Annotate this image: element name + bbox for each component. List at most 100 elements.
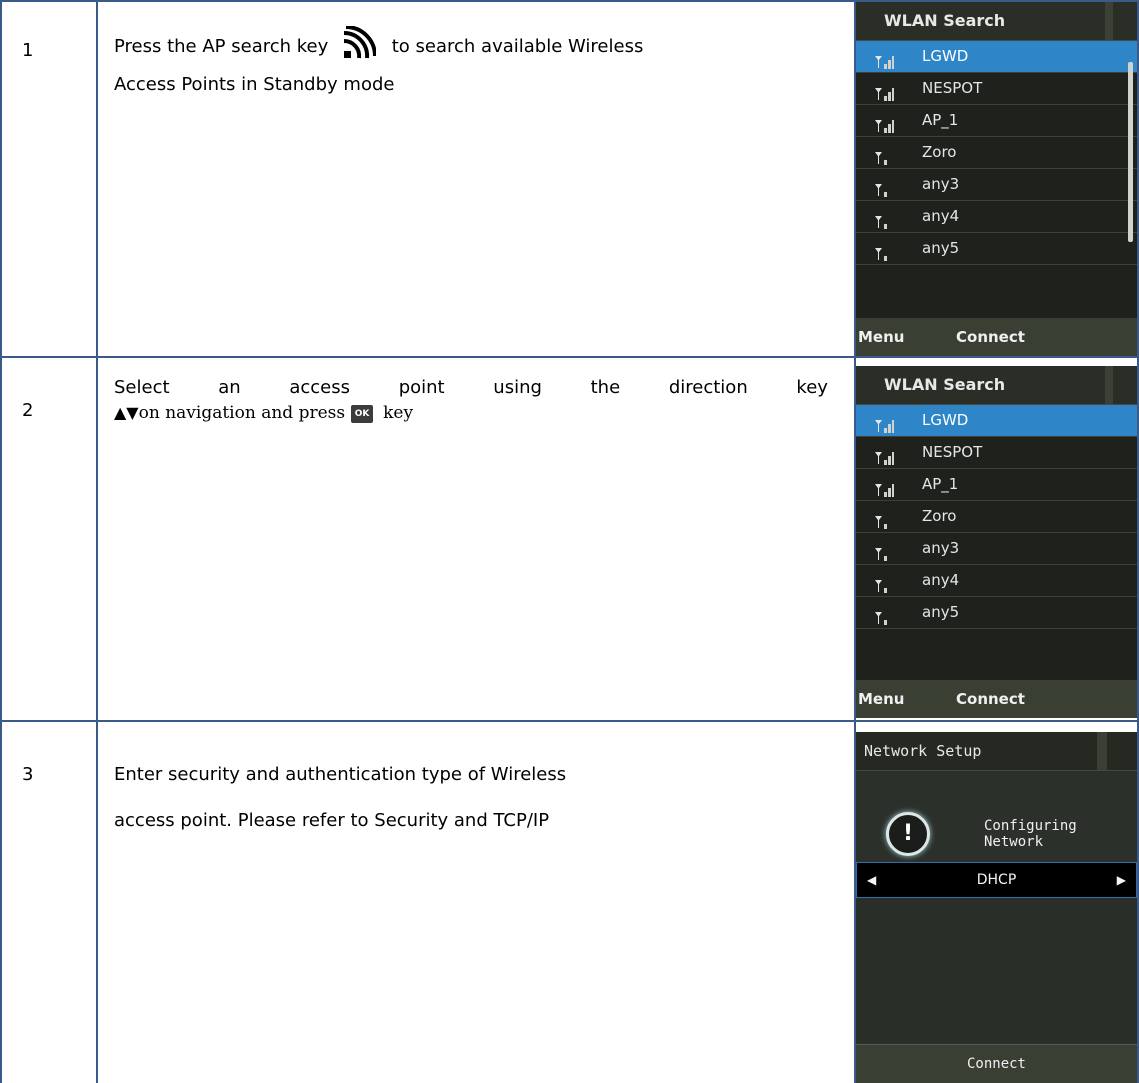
ap-name: LGWD (922, 411, 969, 429)
ap-list-item[interactable]: any3 (856, 533, 1137, 565)
signal-strength-icon (874, 177, 894, 197)
signal-strength-icon (874, 509, 894, 529)
ap-name: any4 (922, 207, 960, 225)
ap-list: LGWD NESPOT AP_1 Zoro any3 any4 any5 (856, 41, 1137, 265)
screen-title-text: WLAN Search (884, 11, 1006, 30)
screen-title: WLAN Search (856, 366, 1137, 405)
status-line: Network (984, 834, 1044, 850)
signal-strength-icon (874, 81, 894, 101)
ap-name: NESPOT (922, 79, 983, 97)
ap-name: NESPOT (922, 443, 983, 461)
title-corner (1105, 366, 1113, 404)
row-divider-2 (0, 720, 1139, 722)
ap-list-item[interactable]: any4 (856, 565, 1137, 597)
ap-name: Zoro (922, 143, 957, 161)
step-line: Access Points in Standby mode (114, 74, 395, 95)
signal-strength-icon (874, 605, 894, 625)
ap-list-item[interactable]: Zoro (856, 137, 1137, 169)
step-description: Select an access point using the direction key … (114, 376, 828, 426)
step-line: ▲▼on navigation and press OK key (114, 400, 828, 426)
signal-strength-icon (874, 145, 894, 165)
step-text: on navigation and press (138, 403, 346, 423)
ap-name: any5 (922, 603, 960, 621)
title-corner (1097, 732, 1107, 770)
signal-strength-icon (874, 541, 894, 561)
step-number: 3 (22, 764, 34, 785)
connect-softkey[interactable]: Connect (856, 1044, 1137, 1083)
ip-mode-selector[interactable]: ◀ DHCP ▶ (856, 862, 1137, 898)
signal-strength-icon (874, 445, 894, 465)
ap-list-item[interactable]: NESPOT (856, 437, 1137, 469)
step-line: Press the AP search key to search availa… (114, 26, 834, 66)
alert-icon: ! (886, 812, 930, 856)
ap-name: LGWD (922, 47, 969, 65)
ip-mode-value: DHCP (976, 872, 1017, 888)
step-line: access point. Please refer to Security a… (114, 810, 550, 831)
menu-softkey[interactable]: Menu (858, 318, 904, 356)
step-word: point (398, 377, 445, 398)
ap-list-item[interactable]: any5 (856, 597, 1137, 629)
step-text: to search available Wireless (391, 36, 644, 57)
network-setup-screen: Network Setup ! Configuring Network ◀ DH… (856, 732, 1137, 1083)
step-word: key (796, 377, 828, 398)
table-border-left (0, 0, 2, 1083)
connect-softkey[interactable]: Connect (956, 680, 1025, 718)
ap-list-item[interactable]: any4 (856, 201, 1137, 233)
left-arrow-icon[interactable]: ◀ (867, 863, 876, 897)
ap-name: any3 (922, 175, 960, 193)
wlan-search-screen: WLAN Search LGWD NESPOT AP_1 Zoro any3 any4 an… (856, 366, 1137, 718)
row-divider-1 (0, 356, 1139, 358)
ap-list: LGWD NESPOT AP_1 Zoro any3 any4 any5 (856, 405, 1137, 629)
title-corner (1105, 2, 1113, 40)
arrow-keys: ▲▼ (114, 403, 139, 422)
screen-title: Network Setup (856, 732, 1137, 771)
ap-list-item[interactable]: NESPOT (856, 73, 1137, 105)
step-word: direction (668, 377, 748, 398)
status-line: Configuring (984, 818, 1077, 834)
step-line: Select an access point using the direction key (114, 376, 828, 400)
step-word: access (289, 377, 351, 398)
step-word: Select (114, 377, 170, 398)
step-word: the (590, 377, 621, 398)
signal-strength-icon (874, 477, 894, 497)
menu-softkey[interactable]: Menu (858, 680, 904, 718)
scrollbar[interactable] (1128, 62, 1133, 242)
step-number: 1 (22, 40, 34, 61)
step-line: Enter security and authentication type o… (114, 764, 567, 785)
softkey-bar: Menu Connect (856, 318, 1137, 356)
ap-list-item[interactable]: AP_1 (856, 469, 1137, 501)
step-text: Press the AP search key (114, 36, 329, 57)
step-word: using (493, 377, 542, 398)
ap-name: AP_1 (922, 475, 959, 493)
ap-name: AP_1 (922, 111, 959, 129)
signal-strength-icon (874, 49, 894, 69)
empty-area (856, 898, 1137, 1045)
step-word: an (218, 377, 241, 398)
ap-name: any5 (922, 239, 960, 257)
softkey-bar: Menu Connect (856, 680, 1137, 718)
connect-softkey[interactable]: Connect (956, 318, 1025, 356)
ap-list-item[interactable]: any3 (856, 169, 1137, 201)
step-number: 2 (22, 400, 34, 421)
column-divider-1 (96, 0, 98, 1083)
ap-list-item[interactable]: Zoro (856, 501, 1137, 533)
screen-title-text: Network Setup (864, 742, 982, 760)
signal-strength-icon (874, 209, 894, 229)
ok-key-icon: OK (351, 404, 374, 423)
ap-list-item[interactable]: LGWD (856, 405, 1137, 437)
ap-list-item[interactable]: AP_1 (856, 105, 1137, 137)
ap-list-item[interactable]: LGWD (856, 41, 1137, 73)
status-message: Configuring Network (984, 818, 1077, 850)
ap-name: any4 (922, 571, 960, 589)
signal-strength-icon (874, 413, 894, 433)
signal-strength-icon (874, 113, 894, 133)
wlan-search-screen: WLAN Search LGWD NESPOT AP_1 Zoro any3 any4 an… (856, 2, 1137, 356)
step-description: Press the AP search key to search availa… (114, 26, 834, 104)
signal-strength-icon (874, 573, 894, 593)
step-description: Enter security and authentication type o… (114, 752, 834, 844)
wifi-search-icon (343, 26, 377, 59)
screen-title-text: WLAN Search (884, 375, 1006, 394)
ap-list-item[interactable]: any5 (856, 233, 1137, 265)
right-arrow-icon[interactable]: ▶ (1117, 863, 1126, 897)
ap-name: Zoro (922, 507, 957, 525)
